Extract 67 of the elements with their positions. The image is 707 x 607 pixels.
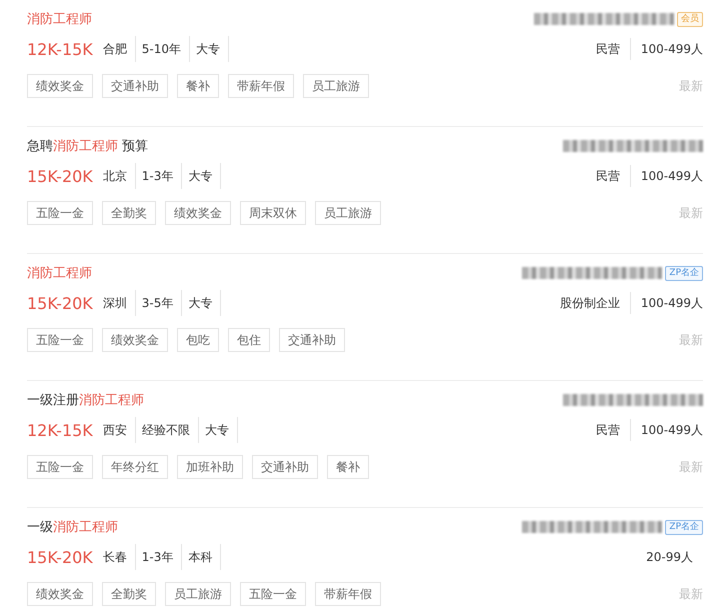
benefit-tag: 五险一金 bbox=[27, 455, 93, 479]
job-requirement: 1-3年 bbox=[136, 544, 182, 570]
benefit-tag: 五险一金 bbox=[27, 201, 93, 225]
company-info: 20-99人 bbox=[645, 549, 694, 566]
post-time: 最新 bbox=[679, 204, 703, 222]
job-requirement: 北京 bbox=[96, 163, 136, 189]
benefit-tag: 五险一金 bbox=[240, 582, 306, 606]
benefit-tag: 员工旅游 bbox=[165, 582, 231, 606]
benefit-tag: 餐补 bbox=[327, 455, 369, 479]
company-info: 民营 bbox=[594, 41, 621, 58]
benefit-tag: 全勤奖 bbox=[102, 582, 156, 606]
benefit-tag: 绩效奖金 bbox=[165, 201, 231, 225]
benefit-tag: 加班补助 bbox=[177, 455, 243, 479]
company-info: 民营 bbox=[594, 422, 621, 439]
post-time: 最新 bbox=[679, 78, 703, 94]
benefit-tag: 带薪年假 bbox=[315, 582, 381, 606]
benefit-tag: 带薪年假 bbox=[228, 74, 294, 98]
job-requirement: 长春 bbox=[96, 544, 136, 570]
job-requirement: 本科 bbox=[182, 544, 222, 570]
job-requirement: 3-5年 bbox=[136, 290, 182, 316]
job-requirement: 合肥 bbox=[96, 36, 136, 62]
company-badge: 会员 bbox=[677, 12, 703, 26]
company-info: 100-499人 bbox=[630, 38, 703, 60]
job-requirement: 5-10年 bbox=[136, 36, 190, 62]
benefit-tag: 交通补助 bbox=[279, 328, 345, 352]
benefit-tag: 包吃 bbox=[177, 328, 219, 352]
benefit-tag: 绩效奖金 bbox=[27, 74, 93, 98]
job-title[interactable]: 一级消防工程师 bbox=[27, 518, 118, 536]
company-info: 100-499人 bbox=[630, 419, 703, 441]
company-info: 股份制企业 bbox=[558, 295, 621, 312]
benefit-tag: 员工旅游 bbox=[303, 74, 369, 98]
job-requirement: 深圳 bbox=[96, 290, 136, 316]
benefit-tag: 绩效奖金 bbox=[27, 582, 93, 606]
company-badge: ZP名企 bbox=[665, 266, 703, 280]
salary: 12K-15K bbox=[27, 420, 93, 440]
post-time: 最新 bbox=[679, 332, 703, 348]
job-requirement: 大专 bbox=[182, 163, 222, 189]
benefit-tag: 员工旅游 bbox=[315, 201, 381, 225]
benefit-tag: 五险一金 bbox=[27, 328, 93, 352]
job-title[interactable]: 一级注册消防工程师 bbox=[27, 391, 144, 409]
company-info: 100-499人 bbox=[630, 165, 703, 187]
job-title[interactable]: 急聘消防工程师 预算 bbox=[27, 137, 148, 155]
salary: 15K-20K bbox=[27, 548, 93, 566]
job-requirement: 大专 bbox=[190, 36, 230, 62]
benefit-tag: 交通补助 bbox=[102, 74, 168, 98]
benefit-tag: 年终分红 bbox=[102, 455, 168, 479]
job-requirement: 经验不限 bbox=[136, 417, 199, 443]
company-info: 100-499人 bbox=[630, 292, 703, 314]
job-requirement: 大专 bbox=[198, 417, 238, 443]
benefit-tag: 交通补助 bbox=[252, 455, 318, 479]
job-title[interactable]: 消防工程师 bbox=[27, 10, 92, 28]
job-requirement: 西安 bbox=[96, 417, 136, 443]
benefit-tag: 全勤奖 bbox=[102, 201, 156, 225]
benefit-tag: 包住 bbox=[228, 328, 270, 352]
post-time: 最新 bbox=[679, 586, 703, 602]
job-requirement: 大专 bbox=[182, 290, 222, 316]
company-badge: ZP名企 bbox=[665, 520, 703, 534]
post-time: 最新 bbox=[679, 458, 703, 476]
salary: 15K-20K bbox=[27, 166, 93, 186]
salary: 15K-20K bbox=[27, 294, 93, 312]
benefit-tag: 绩效奖金 bbox=[102, 328, 168, 352]
company-info: 民营 bbox=[594, 168, 621, 185]
job-title[interactable]: 消防工程师 bbox=[27, 264, 92, 282]
job-requirement: 1-3年 bbox=[136, 163, 182, 189]
benefit-tag: 餐补 bbox=[177, 74, 219, 98]
salary: 12K-15K bbox=[27, 40, 93, 58]
benefit-tag: 周末双休 bbox=[240, 201, 306, 225]
